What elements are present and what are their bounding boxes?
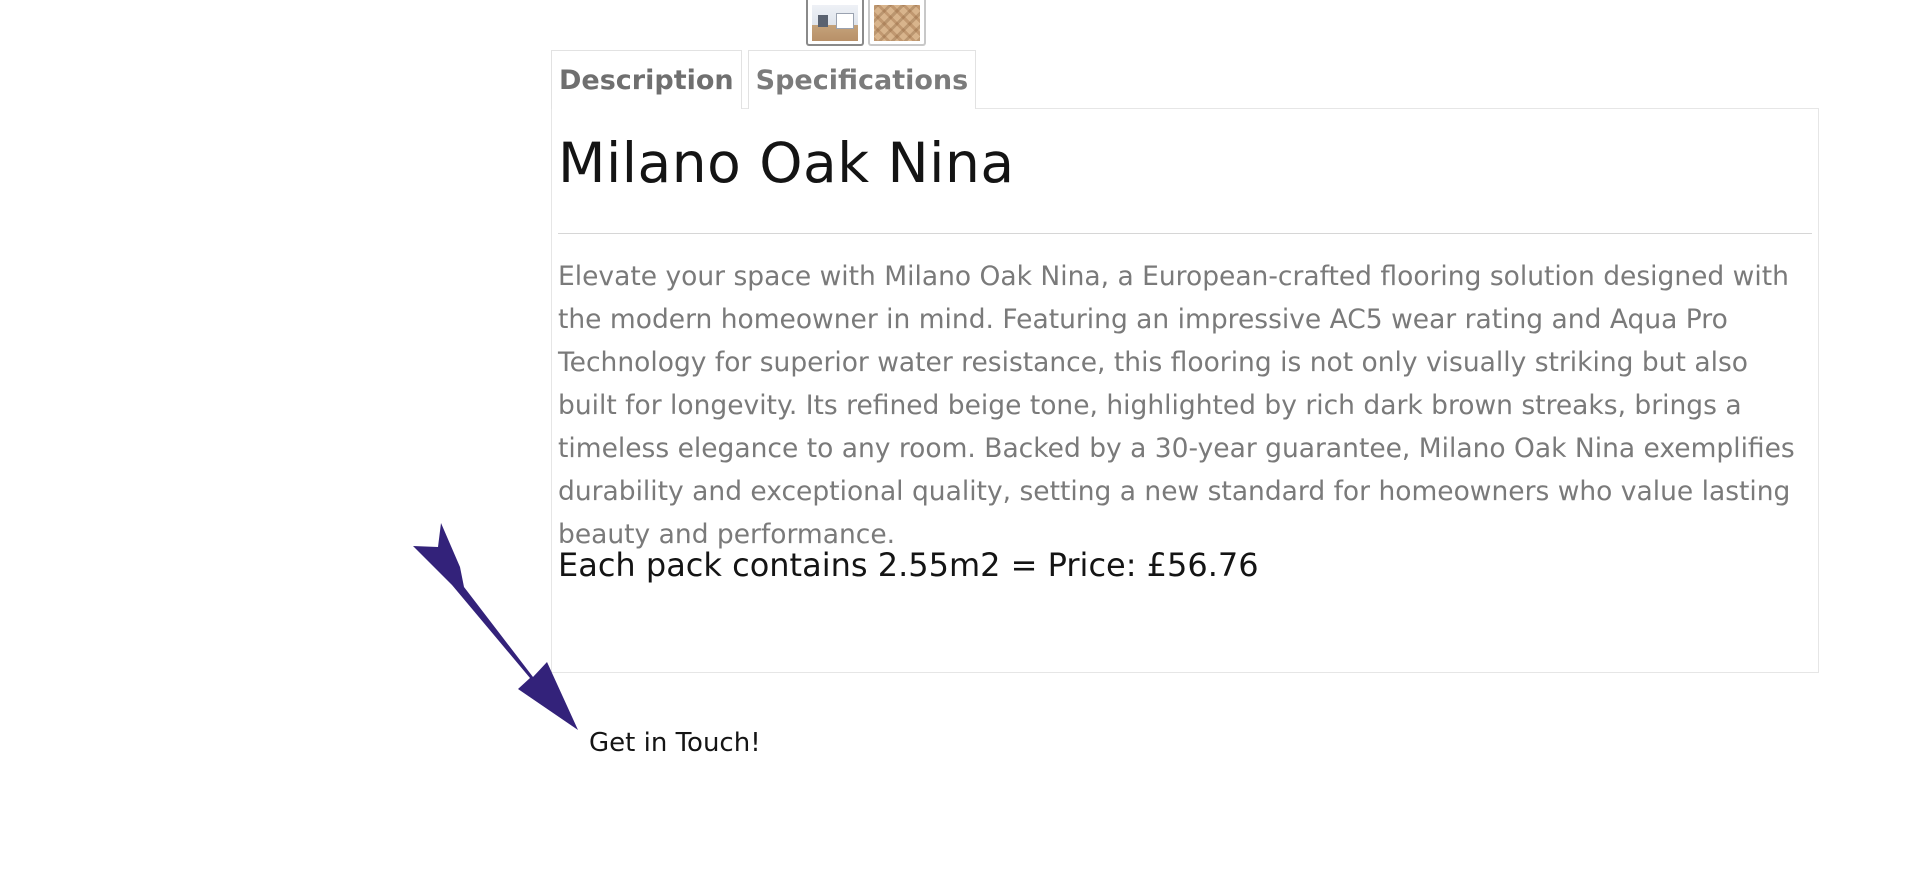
arrow-shape (413, 523, 578, 730)
product-description: Elevate your space with Milano Oak Nina,… (558, 261, 1795, 550)
product-title: Milano Oak Nina (558, 131, 1015, 195)
arrow-down-right-icon (413, 523, 578, 730)
title-divider (558, 233, 1812, 234)
tab-description[interactable]: Description (551, 50, 742, 109)
wood-texture-image (874, 5, 920, 41)
thumbnail-wood[interactable] (868, 0, 926, 46)
thumbnail-room[interactable] (806, 0, 864, 46)
thumbnail-gallery (806, 0, 926, 46)
tab-specifications[interactable]: Specifications (747, 50, 977, 109)
description-panel: Milano Oak Nina Elevate your space with … (551, 108, 1819, 673)
room-photo-image (812, 5, 858, 41)
get-in-touch-link[interactable]: Get in Touch! (589, 728, 761, 758)
product-page: Description Specifications Milano Oak Ni… (0, 0, 1920, 890)
pack-price: Each pack contains 2.55m2 = Price: £56.7… (558, 546, 1259, 584)
product-tabs: Description Specifications (551, 50, 977, 109)
